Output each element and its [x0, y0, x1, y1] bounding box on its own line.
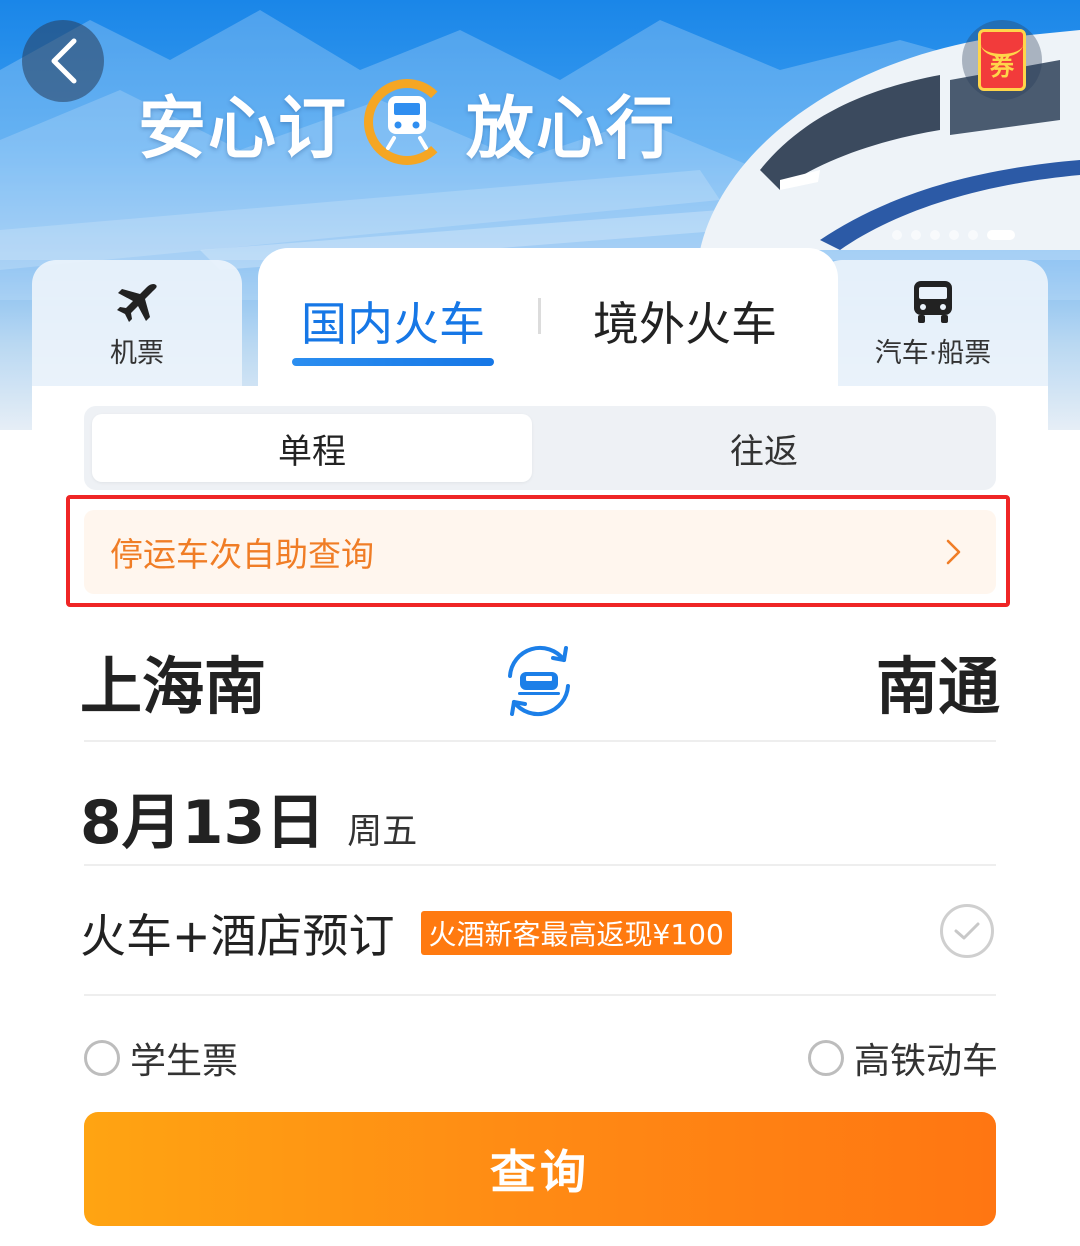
carousel-dot: [949, 230, 959, 240]
one-way-option[interactable]: 单程: [92, 414, 532, 482]
carousel-dot: [911, 230, 921, 240]
slogan-right: 放心行: [466, 89, 677, 169]
tab-bus-ship-label: 汽车·船票: [874, 337, 992, 369]
chevron-left-icon: [51, 38, 77, 84]
carousel-dot-active: [987, 230, 1015, 240]
swap-stations-icon[interactable]: [498, 640, 580, 722]
departure-station[interactable]: 上海南: [80, 636, 266, 726]
round-trip-option[interactable]: 往返: [540, 414, 988, 482]
tab-flight-label: 机票: [110, 337, 164, 369]
date-selector[interactable]: 8月13日 周五: [80, 774, 417, 858]
train-logo-icon: [364, 79, 451, 165]
check-icon: [954, 922, 980, 940]
booking-form: 单程 往返 停运车次自助查询 上海南 南通 8月13日 周五 火车+酒店预订 火…: [32, 386, 1048, 1246]
route-selector: 上海南 南通: [80, 630, 1000, 730]
highlight-frame: [66, 495, 1010, 607]
slogan-left: 安心订: [138, 89, 349, 169]
departure-weekday: 周五: [347, 812, 418, 852]
student-ticket-label: 学生票: [130, 1041, 239, 1082]
transport-tabs: 机票 汽车·船票 国内火车 境外火车: [32, 248, 1048, 388]
search-button[interactable]: 查询: [84, 1112, 996, 1226]
tab-domestic-train[interactable]: 国内火车: [290, 288, 496, 354]
high-speed-radio[interactable]: [807, 1040, 844, 1076]
back-button[interactable]: [22, 20, 104, 102]
divider: [84, 740, 996, 742]
arrival-station[interactable]: 南通: [876, 636, 1000, 726]
tab-bus-ship[interactable]: 汽车·船票: [818, 260, 1048, 388]
coupon-button[interactable]: 券: [962, 20, 1042, 100]
tab-flight[interactable]: 机票: [32, 260, 242, 388]
student-ticket-option[interactable]: 学生票: [84, 1032, 238, 1084]
high-speed-option[interactable]: 高铁动车: [807, 1032, 998, 1084]
tab-overseas-train[interactable]: 境外火车: [580, 288, 790, 354]
carousel-dot: [892, 230, 902, 240]
student-ticket-radio[interactable]: [84, 1040, 120, 1076]
departure-date: 8月13日: [80, 788, 326, 858]
coupon-icon: 券: [978, 29, 1026, 91]
coupon-label: 券: [990, 53, 1014, 81]
banner-slogan: 安心订 放心行: [138, 72, 676, 172]
high-speed-label: 高铁动车: [853, 1041, 998, 1082]
carousel-dot: [968, 230, 978, 240]
combo-checkbox[interactable]: [940, 904, 994, 958]
ticket-options: 学生票 高铁动车: [84, 1032, 998, 1082]
carousel-indicator: [892, 230, 1015, 240]
divider: [84, 864, 996, 866]
tab-divider: [538, 298, 541, 334]
airplane-icon: [117, 283, 157, 322]
bus-icon: [914, 280, 952, 323]
train-hotel-combo[interactable]: 火车+酒店预订 火酒新客最高返现¥100: [80, 902, 1000, 964]
combo-label: 火车+酒店预订: [80, 909, 395, 963]
trip-type-toggle: 单程 往返: [84, 406, 996, 490]
promo-badge: 火酒新客最高返现¥100: [420, 911, 732, 955]
active-tab-indicator: [292, 358, 494, 366]
divider: [84, 994, 996, 996]
carousel-dot: [930, 230, 940, 240]
